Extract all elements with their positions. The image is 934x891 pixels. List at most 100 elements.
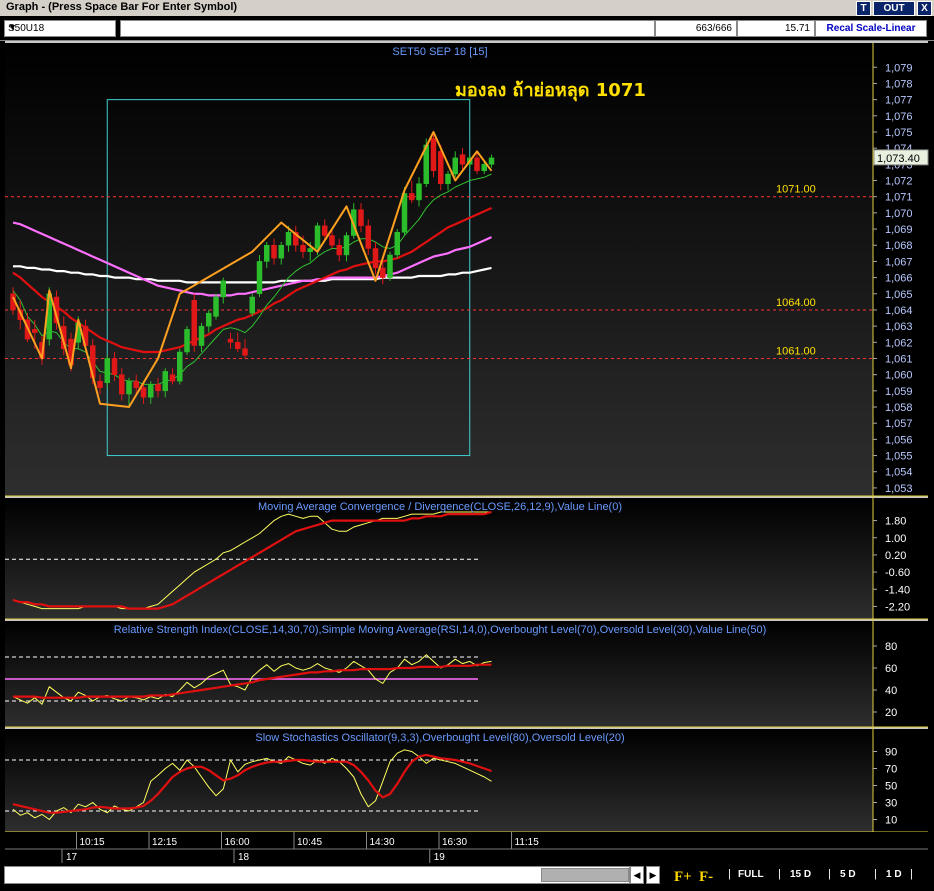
topmost-button[interactable]: T xyxy=(856,1,871,16)
stoch-tick-label: 70 xyxy=(885,764,897,776)
candle-body xyxy=(452,157,458,175)
rsi-title: Relative Strength Index(CLOSE,14,30,70),… xyxy=(114,624,767,636)
zoom-out-button[interactable]: F- xyxy=(699,869,713,886)
level-label: 1071.00 xyxy=(776,184,816,196)
stoch-panel-bg xyxy=(5,729,873,832)
price-tick-label: 1,076 xyxy=(885,111,913,123)
price-tick-label: 1,065 xyxy=(885,289,913,301)
range-15d-button[interactable]: 15 D xyxy=(790,869,811,880)
chart-area[interactable]: 1,0791,0781,0771,0761,0751,0741,0731,072… xyxy=(0,41,934,863)
bar-counter: 663/666 xyxy=(655,20,737,37)
chevron-down-icon[interactable]: ▼ xyxy=(8,22,113,32)
close-button[interactable]: X xyxy=(917,1,932,16)
info-field xyxy=(120,20,655,37)
candle-body xyxy=(300,244,306,252)
range-full-button[interactable]: FULL xyxy=(738,869,764,880)
price-tick-label: 1,056 xyxy=(885,434,913,446)
right-margin xyxy=(928,41,934,863)
scroll-track[interactable] xyxy=(4,866,630,884)
macd-tick-label: 0.20 xyxy=(885,550,906,562)
macd-tick-label: 1.80 xyxy=(885,516,906,528)
candle-body xyxy=(394,232,400,256)
candle-body xyxy=(119,374,125,395)
candle-body xyxy=(32,329,38,333)
candle-body xyxy=(372,248,379,269)
price-tick-label: 1,059 xyxy=(885,386,913,398)
price-tick-label: 1,068 xyxy=(885,240,913,252)
candle-body xyxy=(314,225,321,249)
macd-tick-label: 1.00 xyxy=(885,533,906,545)
candle-body xyxy=(488,157,495,165)
macd-tick-label: -1.40 xyxy=(885,584,910,596)
price-tick-label: 1,066 xyxy=(885,273,913,285)
rsi-panel-bg xyxy=(5,621,873,727)
candle-body xyxy=(358,209,364,227)
scroll-thumb[interactable] xyxy=(541,868,629,882)
out-button[interactable]: OUT xyxy=(873,1,915,16)
time-label: 16:30 xyxy=(442,837,467,848)
price-title: SET50 SEP 18 [15] xyxy=(392,46,487,58)
price-tick-label: 1,079 xyxy=(885,62,913,74)
price-tick-label: 1,064 xyxy=(885,305,913,317)
window-title: Graph - (Press Space Bar For Enter Symbo… xyxy=(6,1,238,13)
candle-body xyxy=(438,151,444,185)
time-label: 10:45 xyxy=(297,837,322,848)
range-5d-button[interactable]: 5 D xyxy=(840,869,856,880)
symbol-select[interactable]: S50U18 ▼ xyxy=(4,20,116,37)
stoch-tick-label: 30 xyxy=(885,798,897,810)
scroll-bar: ◀ ▶ F+ F- | FULL | 15 D | 5 D | 1 D | xyxy=(0,863,934,891)
price-tick-label: 1,060 xyxy=(885,370,913,382)
price-tick-label: 1,077 xyxy=(885,95,913,107)
level-label: 1064.00 xyxy=(776,297,816,309)
candle-body xyxy=(481,164,487,172)
range-separator: | xyxy=(728,868,731,880)
candle-body xyxy=(322,225,328,236)
candle-body xyxy=(191,299,197,346)
price-tick-label: 1,067 xyxy=(885,256,913,268)
level-label: 1061.00 xyxy=(776,345,816,357)
candle-body xyxy=(445,173,451,185)
scroll-right-button[interactable]: ▶ xyxy=(646,866,660,884)
price-tick-label: 1,054 xyxy=(885,467,913,479)
price-tick-label: 1,078 xyxy=(885,78,913,90)
candle-body xyxy=(235,342,241,350)
range-1d-button[interactable]: 1 D xyxy=(886,869,902,880)
candle-body xyxy=(256,261,263,295)
price-panel-bg xyxy=(5,43,873,496)
price-tick-label: 1,063 xyxy=(885,321,913,333)
candle-body xyxy=(249,296,255,314)
candle-body xyxy=(227,338,234,343)
candle-body xyxy=(271,244,277,259)
stoch-title: Slow Stochastics Oscillator(9,3,3),Overb… xyxy=(255,732,624,744)
range-separator: | xyxy=(828,868,831,880)
candle-body xyxy=(148,384,154,398)
day-label: 18 xyxy=(238,852,250,863)
scale-value: 15.71 xyxy=(737,20,815,37)
candle-body xyxy=(97,380,103,388)
time-label: 16:00 xyxy=(225,837,250,848)
candle-body xyxy=(307,248,313,252)
candle-body xyxy=(387,254,393,278)
candle-body xyxy=(177,351,183,382)
stoch-tick-label: 50 xyxy=(885,781,897,793)
recal-scale-button[interactable]: Recal Scale-Linear xyxy=(815,20,927,37)
candle-body xyxy=(336,244,342,256)
price-tick-label: 1,061 xyxy=(885,353,913,365)
left-margin xyxy=(0,41,5,863)
rsi-axis-bg xyxy=(873,621,928,727)
annotation-text: มองลง ถ้าย่อหลุด 1071 xyxy=(455,80,646,102)
rsi-tick-label: 80 xyxy=(885,641,897,653)
price-tick-label: 1,058 xyxy=(885,402,913,414)
candle-body xyxy=(242,348,248,356)
candle-body xyxy=(198,325,205,346)
current-price-label: 1,073.40 xyxy=(877,153,920,165)
zoom-in-button[interactable]: F+ xyxy=(674,869,692,886)
rsi-tick-label: 20 xyxy=(885,707,897,719)
candle-body xyxy=(111,358,118,375)
rsi-tick-label: 40 xyxy=(885,685,897,697)
scroll-left-button[interactable]: ◀ xyxy=(630,866,644,884)
candle-body xyxy=(126,380,132,395)
candle-body xyxy=(365,225,371,249)
candle-body xyxy=(213,296,219,317)
price-tick-label: 1,055 xyxy=(885,451,913,463)
